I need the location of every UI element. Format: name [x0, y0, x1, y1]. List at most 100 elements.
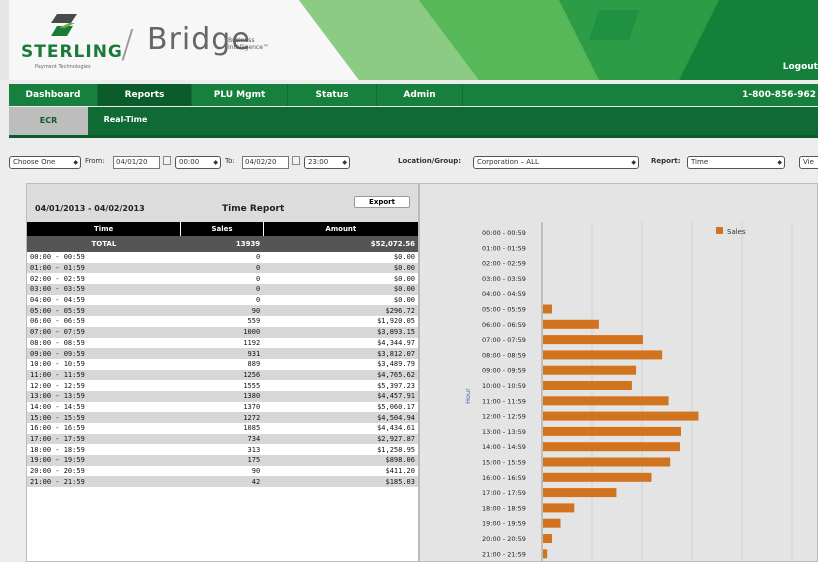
column-header-sales[interactable]: Sales	[180, 222, 264, 236]
subnav-divider	[9, 135, 818, 138]
row-sales: 90	[180, 305, 264, 317]
table-row: 16:00 - 16:59 1085 $4,434.61	[27, 423, 418, 434]
row-amount: $5,060.17	[263, 401, 418, 413]
chart-svg: 00:00 - 00:59 01:00 - 01:59 02:00 - 02:59 0…	[464, 222, 793, 562]
table-row: 03:00 - 03:59 0 $0.00	[27, 284, 418, 295]
y-tick-label: 06:00 - 06:59	[482, 321, 526, 329]
table-body: TOTAL 13939 $52,072.56 00:00 - 00:59 0 $0.…	[27, 236, 418, 488]
table-row: 10:00 - 10:59 889 $3,489.79	[27, 358, 418, 370]
column-header-time[interactable]: Time	[27, 222, 181, 236]
row-sales: 0	[180, 284, 264, 295]
from-time-select[interactable]: 00:00 ◆	[175, 156, 221, 169]
bar	[543, 426, 681, 436]
select-arrow-icon: ◆	[213, 159, 218, 166]
row-sales: 1192	[180, 337, 264, 349]
header-decoration	[299, 0, 818, 80]
row-sales: 1272	[180, 412, 264, 423]
row-sales: 42	[180, 476, 264, 488]
y-tick-label: 07:00 - 07:59	[482, 336, 526, 344]
subnav-real-time[interactable]: Real-Time	[98, 107, 153, 133]
row-amount: $0.00	[263, 262, 418, 274]
row-time: 20:00 - 20:59	[27, 465, 181, 477]
export-button[interactable]: Export	[354, 196, 410, 208]
from-calendar-icon[interactable]	[163, 156, 171, 165]
view-button[interactable]: Vie	[799, 156, 818, 169]
report-table: Time Sales Amount TOTAL 13939 $52,072.56…	[27, 222, 418, 488]
nav-status[interactable]: Status	[288, 84, 377, 106]
row-time: 06:00 - 06:59	[27, 316, 181, 327]
row-amount: $2,927.87	[263, 433, 418, 445]
bar	[543, 411, 699, 421]
main-nav: Dashboard Reports PLU Mgmt Status Admin …	[9, 84, 818, 106]
bar	[543, 396, 669, 406]
brand-subtitle: Payment Technologies	[35, 64, 91, 70]
row-sales: 0	[180, 262, 264, 274]
to-time-value: 23:00	[308, 158, 329, 166]
from-label: From:	[85, 157, 105, 165]
row-time: 12:00 - 12:59	[27, 380, 181, 391]
row-sales: 1256	[180, 369, 264, 381]
select-arrow-icon: ◆	[73, 159, 78, 166]
row-sales: 889	[180, 358, 264, 370]
row-amount: $411.20	[263, 465, 418, 477]
y-tick-label: 09:00 - 09:59	[482, 367, 526, 375]
table-row: 18:00 - 18:59 313 $1,258.95	[27, 444, 418, 456]
row-amount: $3,489.79	[263, 358, 418, 370]
column-header-amount[interactable]: Amount	[262, 222, 418, 236]
nav-reports[interactable]: Reports	[98, 84, 192, 106]
report-value: Time	[691, 158, 709, 166]
total-sales: 13939	[180, 236, 264, 252]
time-report-panel: 04/01/2013 - 04/02/2013 Time Report Expo…	[26, 183, 419, 562]
logout-link[interactable]: Logout	[783, 62, 818, 72]
row-amount: $1,920.05	[263, 316, 418, 327]
nav-plu-mgmt[interactable]: PLU Mgmt	[192, 84, 288, 106]
from-time-value: 00:00	[179, 158, 200, 166]
to-calendar-icon[interactable]	[292, 156, 300, 165]
sterling-s-icon	[51, 14, 77, 36]
filter-bar: Choose One ◆ From: 04/01/20 00:00 ◆ To: 04…	[9, 156, 818, 170]
row-sales: 1085	[180, 423, 264, 434]
choose-one-select[interactable]: Choose One ◆	[9, 156, 81, 169]
y-tick-label: 03:00 - 03:59	[482, 275, 526, 283]
y-tick-label: 20:00 - 20:59	[482, 535, 526, 543]
table-row: 09:00 - 09:59 931 $3,812.07	[27, 348, 418, 359]
subnav-ecr[interactable]: ECR	[9, 107, 88, 135]
row-sales: 0	[180, 294, 264, 306]
table-row: 14:00 - 14:59 1370 $5,060.17	[27, 401, 418, 413]
bar	[543, 381, 632, 390]
view-button-label: Vie	[803, 158, 814, 166]
row-time: 11:00 - 11:59	[27, 369, 181, 381]
table-row: 02:00 - 02:59 0 $0.00	[27, 273, 418, 285]
logo-divider: /	[121, 22, 134, 66]
total-label: TOTAL	[27, 236, 181, 252]
row-sales: 559	[180, 316, 264, 327]
table-row: 15:00 - 15:59 1272 $4,504.94	[27, 412, 418, 423]
row-amount: $898.06	[263, 455, 418, 466]
row-time: 00:00 - 00:59	[27, 252, 181, 263]
to-date-input[interactable]: 04/02/20	[242, 156, 289, 169]
legend-label: Sales	[727, 228, 746, 236]
row-time: 08:00 - 08:59	[27, 337, 181, 349]
row-sales: 1000	[180, 326, 264, 338]
nav-dashboard[interactable]: Dashboard	[9, 84, 98, 106]
table-row: 11:00 - 11:59 1256 $4,765.62	[27, 369, 418, 381]
select-arrow-icon: ◆	[342, 159, 347, 166]
table-row: 20:00 - 20:59 90 $411.20	[27, 465, 418, 477]
bar	[543, 503, 575, 513]
row-amount: $185.03	[263, 476, 418, 488]
table-row: 19:00 - 19:59 175 $898.06	[27, 455, 418, 466]
row-amount: $0.00	[263, 284, 418, 295]
nav-admin[interactable]: Admin	[377, 84, 463, 106]
to-time-select[interactable]: 23:00 ◆	[304, 156, 350, 169]
bar	[543, 350, 663, 360]
row-amount: $4,344.97	[263, 337, 418, 349]
location-select[interactable]: Corporation – ALL ◆	[473, 156, 639, 169]
row-time: 03:00 - 03:59	[27, 284, 181, 295]
row-time: 19:00 - 19:59	[27, 455, 181, 466]
row-time: 15:00 - 15:59	[27, 412, 181, 423]
from-date-input[interactable]: 04/01/20	[113, 156, 160, 169]
report-select[interactable]: Time ◆	[687, 156, 785, 169]
row-time: 18:00 - 18:59	[27, 444, 181, 456]
y-tick-label: 17:00 - 17:59	[482, 489, 526, 497]
y-tick-label: 19:00 - 19:59	[482, 520, 526, 528]
